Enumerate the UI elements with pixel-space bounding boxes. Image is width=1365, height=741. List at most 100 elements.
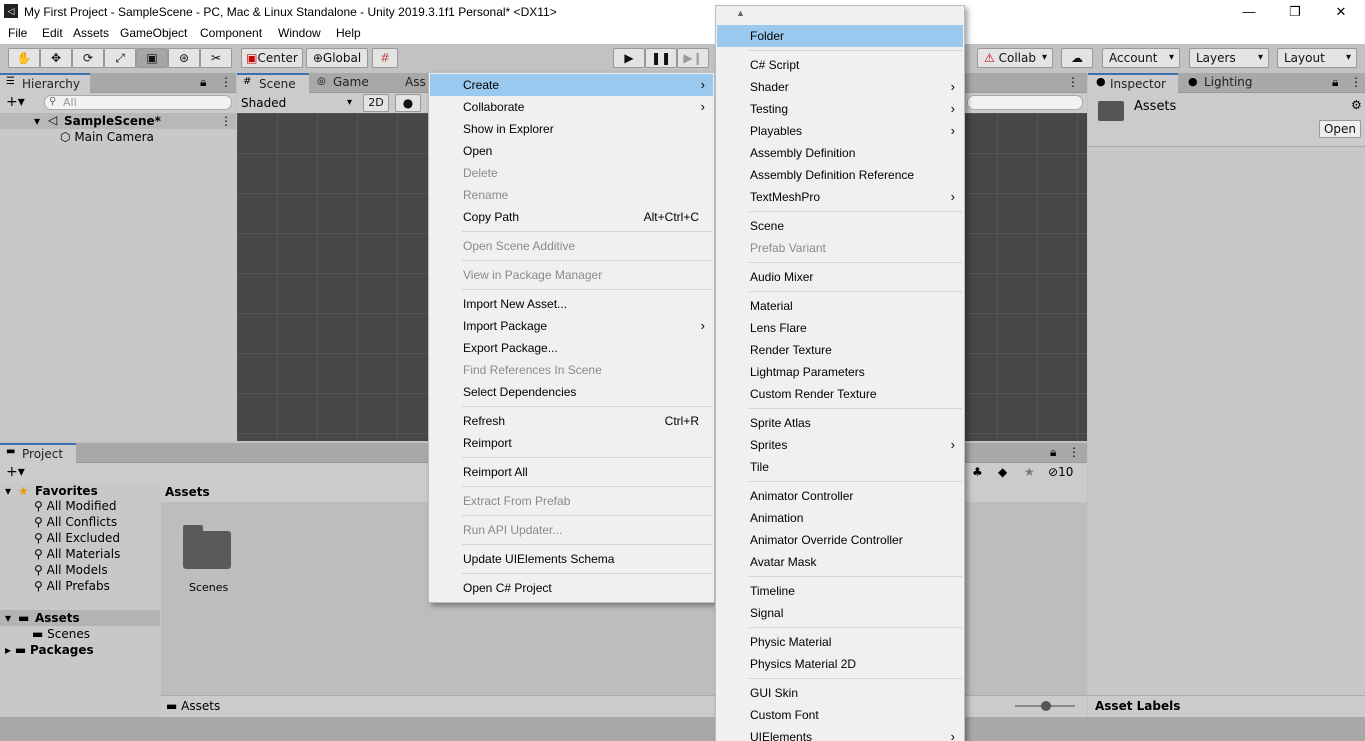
menu-item-custom-font[interactable]: Custom Font bbox=[717, 704, 963, 726]
pause-button[interactable]: ❚❚ bbox=[645, 48, 677, 68]
menu-item-assembly-definition[interactable]: Assembly Definition bbox=[717, 142, 963, 164]
menu-window[interactable]: Window bbox=[278, 26, 321, 40]
menu-item-animation[interactable]: Animation bbox=[717, 507, 963, 529]
hierarchy-search-input[interactable]: ⚲ All bbox=[44, 95, 232, 110]
cloud-icon[interactable]: ☁ bbox=[1061, 48, 1093, 68]
maximize-button[interactable]: ❐ bbox=[1272, 2, 1318, 22]
menu-item-assembly-definition-reference[interactable]: Assembly Definition Reference bbox=[717, 164, 963, 186]
folder-tree-scenes[interactable]: ▬ Scenes bbox=[32, 627, 90, 641]
favorite-all-conflicts[interactable]: ⚲ All Conflicts bbox=[34, 515, 117, 529]
menu-item-reimport[interactable]: Reimport bbox=[430, 432, 713, 454]
menu-item-csharp-script[interactable]: C# Script bbox=[717, 54, 963, 76]
menu-item-animator-controller[interactable]: Animator Controller bbox=[717, 485, 963, 507]
chevron-down-icon[interactable]: ▾ bbox=[5, 484, 11, 498]
menu-item-animator-override-controller[interactable]: Animator Override Controller bbox=[717, 529, 963, 551]
menu-file[interactable]: File bbox=[8, 26, 27, 40]
menu-item-shader[interactable]: Shader › bbox=[717, 76, 963, 98]
toggle-2d-button[interactable]: 2D bbox=[363, 94, 389, 112]
step-button[interactable]: ▶❙ bbox=[677, 48, 709, 68]
menu-item-select-dependencies[interactable]: Select Dependencies bbox=[430, 381, 713, 403]
lock-icon[interactable]: 🔒︎ bbox=[200, 75, 206, 90]
menu-item-render-texture[interactable]: Render Texture bbox=[717, 339, 963, 361]
close-window-button[interactable]: ✕ bbox=[1318, 2, 1364, 22]
rotate-tool-icon[interactable]: ⟳ bbox=[72, 48, 104, 68]
add-icon[interactable]: +▾ bbox=[6, 94, 25, 110]
hand-tool-icon[interactable]: ✋ bbox=[8, 48, 40, 68]
menu-item-open[interactable]: Open bbox=[430, 140, 713, 162]
menu-gameobject[interactable]: GameObject bbox=[120, 26, 187, 40]
hierarchy-item-main-camera[interactable]: ⬡ Main Camera bbox=[60, 130, 154, 144]
menu-item-reimport-all[interactable]: Reimport All bbox=[430, 461, 713, 483]
shading-mode-dropdown[interactable]: Shaded bbox=[239, 94, 357, 112]
settings-gear-icon[interactable]: ⚙ bbox=[1351, 98, 1362, 112]
menu-item-physics-material-2d[interactable]: Physics Material 2D bbox=[717, 653, 963, 675]
menu-item-import-package[interactable]: Import Package › bbox=[430, 315, 713, 337]
snap-icon[interactable]: # bbox=[372, 48, 398, 68]
lightbulb-icon[interactable]: ● bbox=[395, 94, 421, 112]
filter-by-label-icon[interactable]: ◆ bbox=[998, 465, 1007, 479]
menu-item-tile[interactable]: Tile bbox=[717, 456, 963, 478]
scene-menu-icon[interactable]: ⋮ bbox=[220, 114, 232, 128]
favorite-all-prefabs[interactable]: ⚲ All Prefabs bbox=[34, 579, 110, 593]
hidden-packages-icon[interactable]: ⊘10 bbox=[1048, 465, 1073, 479]
move-tool-icon[interactable]: ✥ bbox=[40, 48, 72, 68]
menu-item-sprites[interactable]: Sprites › bbox=[717, 434, 963, 456]
favorite-star-icon[interactable]: ★ bbox=[1024, 465, 1035, 479]
menu-help[interactable]: Help bbox=[336, 26, 361, 40]
menu-item-textmeshpro[interactable]: TextMeshPro › bbox=[717, 186, 963, 208]
menu-item-create[interactable]: Create › bbox=[430, 74, 713, 96]
layout-dropdown[interactable]: Layout bbox=[1277, 48, 1357, 68]
rect-tool-icon[interactable]: ▣ bbox=[136, 48, 168, 68]
lock-icon[interactable]: 🔒︎ bbox=[1332, 75, 1338, 90]
menu-component[interactable]: Component bbox=[200, 26, 262, 40]
custom-tool-icon[interactable]: ✂ bbox=[200, 48, 232, 68]
asset-folder-scenes[interactable]: Scenes bbox=[179, 525, 239, 595]
folder-tree-assets[interactable]: ▾ ▬ Assets bbox=[0, 610, 160, 626]
folder-tree-packages[interactable]: ▸ ▬ Packages bbox=[5, 643, 94, 657]
menu-item-sprite-atlas[interactable]: Sprite Atlas bbox=[717, 412, 963, 434]
collab-dropdown[interactable]: ⚠ Collab bbox=[977, 48, 1053, 68]
menu-item-copy-path[interactable]: Copy Path Alt+Ctrl+C bbox=[430, 206, 713, 228]
menu-item-uielements[interactable]: UIElements › bbox=[717, 726, 963, 741]
menu-item-open-csharp-project[interactable]: Open C# Project bbox=[430, 577, 713, 599]
scene-menu-icon[interactable]: ⋮ bbox=[1067, 75, 1079, 89]
menu-item-export-package[interactable]: Export Package... bbox=[430, 337, 713, 359]
menu-item-show-in-explorer[interactable]: Show in Explorer bbox=[430, 118, 713, 140]
filter-by-type-icon[interactable]: ♣ bbox=[972, 465, 983, 479]
menu-edit[interactable]: Edit bbox=[42, 26, 63, 40]
menu-item-update-uielements-schema[interactable]: Update UIElements Schema bbox=[430, 548, 713, 570]
layers-dropdown[interactable]: Layers bbox=[1189, 48, 1269, 68]
menu-item-signal[interactable]: Signal bbox=[717, 602, 963, 624]
minimize-button[interactable]: — bbox=[1226, 2, 1272, 22]
panel-menu-icon[interactable]: ⋮ bbox=[1068, 445, 1080, 459]
menu-item-playables[interactable]: Playables › bbox=[717, 120, 963, 142]
menu-item-refresh[interactable]: Refresh Ctrl+R bbox=[430, 410, 713, 432]
menu-item-lightmap-parameters[interactable]: Lightmap Parameters bbox=[717, 361, 963, 383]
panel-menu-icon[interactable]: ⋮ bbox=[1350, 75, 1362, 89]
menu-item-custom-render-texture[interactable]: Custom Render Texture bbox=[717, 383, 963, 405]
lock-icon[interactable]: 🔒︎ bbox=[1050, 445, 1056, 460]
menu-item-timeline[interactable]: Timeline bbox=[717, 580, 963, 602]
scroll-up-icon[interactable]: ▲ bbox=[736, 8, 745, 18]
menu-item-gui-skin[interactable]: GUI Skin bbox=[717, 682, 963, 704]
pivot-center-button[interactable]: ▣Center bbox=[241, 48, 303, 68]
open-button[interactable]: Open bbox=[1319, 120, 1361, 138]
favorite-all-excluded[interactable]: ⚲ All Excluded bbox=[34, 531, 120, 545]
menu-assets[interactable]: Assets bbox=[73, 26, 109, 40]
scale-tool-icon[interactable]: ⤢ bbox=[104, 48, 136, 68]
play-button[interactable]: ▶ bbox=[613, 48, 645, 68]
panel-menu-icon[interactable]: ⋮ bbox=[220, 75, 232, 89]
scene-search-input[interactable] bbox=[967, 95, 1083, 110]
menu-item-physic-material[interactable]: Physic Material bbox=[717, 631, 963, 653]
favorite-all-materials[interactable]: ⚲ All Materials bbox=[34, 547, 120, 561]
menu-item-avatar-mask[interactable]: Avatar Mask bbox=[717, 551, 963, 573]
create-icon[interactable]: +▾ bbox=[6, 464, 25, 480]
menu-item-folder[interactable]: Folder bbox=[717, 25, 963, 47]
account-dropdown[interactable]: Account bbox=[1102, 48, 1180, 68]
menu-item-collaborate[interactable]: Collaborate › bbox=[430, 96, 713, 118]
menu-item-audio-mixer[interactable]: Audio Mixer bbox=[717, 266, 963, 288]
favorites-label[interactable]: Favorites bbox=[35, 484, 98, 498]
asset-breadcrumb[interactable]: Assets bbox=[165, 485, 210, 499]
transform-tool-icon[interactable]: ⊛ bbox=[168, 48, 200, 68]
slider-handle[interactable] bbox=[1041, 701, 1051, 711]
